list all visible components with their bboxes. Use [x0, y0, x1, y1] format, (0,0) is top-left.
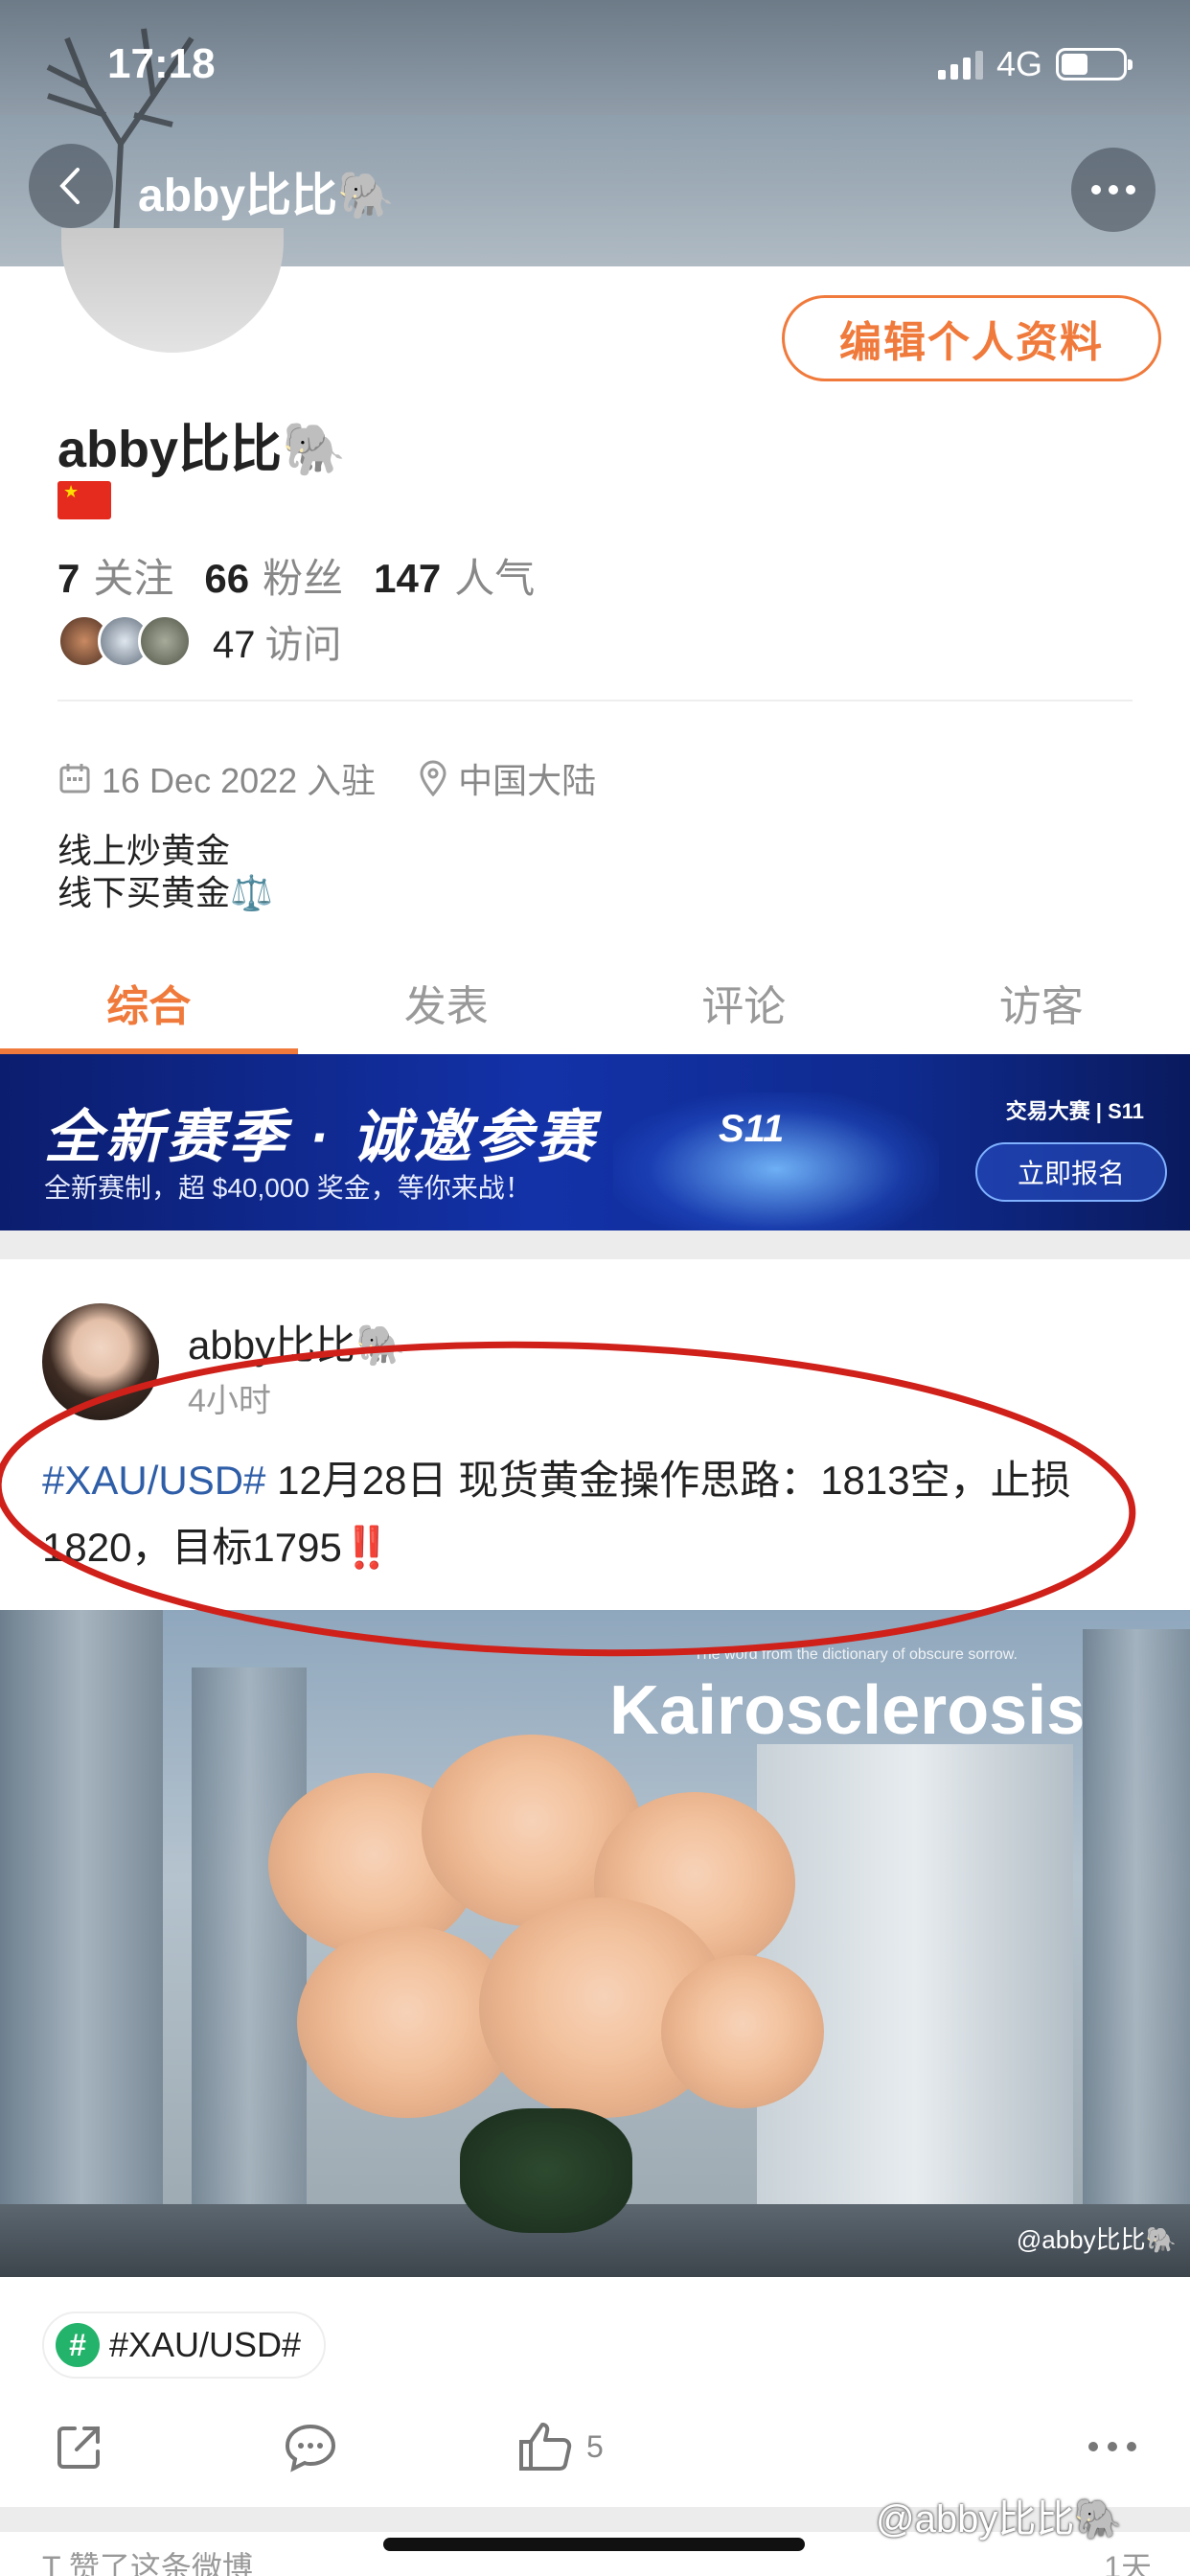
comment-button[interactable]	[282, 2419, 339, 2474]
promo-subtitle: 全新赛制，超 $40,000 奖金，等你来战！	[44, 1173, 532, 1203]
profile-stats: 7 关注 66 粉丝 147 人气	[57, 546, 552, 605]
like-button[interactable]: 5	[515, 2419, 604, 2474]
share-icon	[57, 2426, 100, 2469]
photo-building	[1083, 1629, 1190, 2277]
visits-count: 47	[213, 624, 256, 666]
share-button[interactable]	[52, 2419, 107, 2474]
next-post-text: T 赞了这条微博	[42, 2550, 253, 2576]
following-label[interactable]: 关注	[93, 546, 173, 605]
popularity-count: 147	[374, 556, 442, 601]
screenshot-watermark: @abby比比🐘	[876, 2498, 1123, 2541]
followers-label[interactable]: 粉丝	[263, 546, 343, 605]
profile-bio: 线上炒黄金 线下买黄金⚖️	[57, 830, 273, 914]
post-photo[interactable]: The word from the dictionary of obscure …	[0, 1610, 1190, 2277]
post-more-button[interactable]	[1088, 2442, 1136, 2451]
annotation-circle	[0, 1341, 1136, 1657]
like-count: 5	[586, 2428, 604, 2464]
visitor-avatar	[138, 614, 192, 668]
edit-profile-button[interactable]: 编辑个人资料	[782, 295, 1161, 381]
profile-meta: 16 Dec 2022 入驻 中国大陆	[57, 753, 596, 803]
profile-card: 编辑个人资料 abby比比🐘 7 关注 66 粉丝 147 人气 47访问 16…	[0, 0, 1190, 1054]
promo-logo: 交易大赛 | S11	[1005, 1099, 1144, 1123]
location-pin-icon	[420, 760, 446, 796]
hashtag-icon: #	[56, 2323, 100, 2367]
location-text: 中国大陆	[458, 761, 597, 800]
promo-banner[interactable]: 全新赛季 · 诚邀参赛 全新赛制，超 $40,000 奖金，等你来战！ S11 …	[0, 1054, 1190, 1230]
next-post-time: 1天	[1104, 2550, 1152, 2576]
popularity-label: 人气	[454, 556, 536, 601]
china-flag-icon	[57, 481, 111, 519]
joined-date: 16 Dec 2022 入驻	[102, 761, 377, 800]
visits-label: 访问	[264, 624, 342, 666]
tab-visitors[interactable]: 访客	[893, 949, 1190, 1054]
thumbs-up-icon	[519, 2423, 572, 2471]
following-count[interactable]: 7	[57, 556, 80, 602]
visits-text: 47 访问	[213, 613, 342, 669]
promo-title: 全新赛季 · 诚邀参赛	[44, 1105, 598, 1169]
visitors-row[interactable]: 47 访问	[57, 613, 342, 669]
followers-count[interactable]: 66	[204, 556, 249, 602]
tab-comments[interactable]: 评论	[595, 949, 893, 1054]
promo-badge: S11	[719, 1108, 785, 1150]
home-indicator[interactable]	[383, 2538, 805, 2551]
photo-roses	[240, 1735, 853, 2233]
tab-overview[interactable]: 综合	[0, 949, 298, 1054]
post-actions: 5	[0, 2409, 1190, 2486]
topic-chip[interactable]: # #XAU/USD#	[42, 2312, 327, 2379]
photo-watermark: @abby比比🐘	[1016, 2225, 1177, 2254]
comment-icon	[285, 2424, 336, 2472]
profile-name: abby比比🐘	[57, 421, 347, 478]
profile-tabs: 综合 发表 评论 访客	[0, 949, 1190, 1054]
profile-divider	[57, 700, 1133, 702]
topic-chip-label: #XAU/USD#	[109, 2325, 302, 2364]
tab-posts[interactable]: 发表	[298, 949, 596, 1054]
photo-building	[0, 1610, 163, 2277]
calendar-icon	[59, 764, 90, 794]
bio-line: 线下买黄金⚖️	[57, 873, 273, 912]
bio-line: 线上炒黄金	[57, 831, 231, 870]
photo-title: Kairosclerosis	[609, 1672, 1086, 1749]
register-button[interactable]: 立即报名	[975, 1142, 1167, 1202]
